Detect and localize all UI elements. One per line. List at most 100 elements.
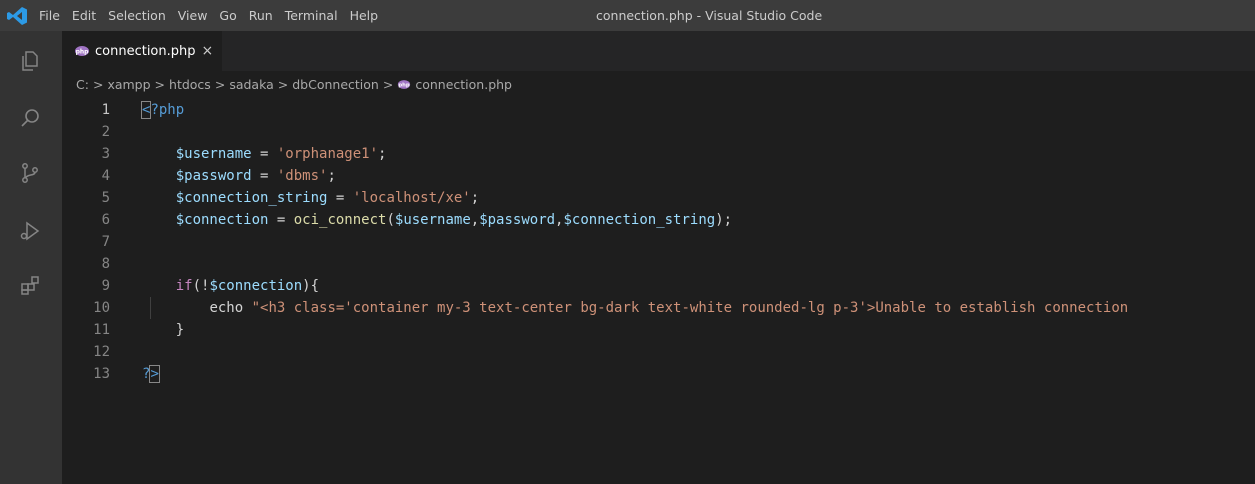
extensions-icon[interactable] (13, 269, 47, 303)
code-token: $connection_string (175, 190, 328, 206)
breadcrumb-drive[interactable]: C: (76, 77, 89, 92)
code-token: <?php (140, 101, 185, 119)
code-text: $password = 'dbms'; (142, 165, 336, 187)
code-token: ; (378, 146, 387, 162)
code-token: , (470, 212, 480, 228)
code-line[interactable]: 4 $password = 'dbms'; (62, 165, 1255, 187)
svg-text:php: php (399, 82, 410, 88)
line-number: 13 (93, 366, 110, 382)
code-token: $password (479, 212, 556, 228)
breadcrumb-sadaka[interactable]: sadaka (229, 77, 273, 92)
code-token: oci_connect (293, 212, 387, 228)
code-token: echo (209, 300, 252, 316)
line-number: 7 (101, 234, 110, 250)
menu-edit[interactable]: Edit (72, 8, 96, 23)
code-text: if(!$connection){ (142, 275, 319, 297)
line-number: 8 (101, 256, 110, 272)
explorer-icon[interactable] (13, 44, 47, 78)
line-number: 1 (101, 102, 110, 118)
menu-go[interactable]: Go (219, 8, 236, 23)
breadcrumb-htdocs[interactable]: htdocs (169, 77, 211, 92)
code-text: $connection_string = 'localhost/xe'; (142, 187, 479, 209)
code-token: } (175, 322, 185, 338)
source-control-icon[interactable] (13, 156, 47, 190)
breadcrumb-separator: > (214, 76, 226, 92)
line-number: 11 (93, 322, 110, 338)
vscode-logo-icon (7, 7, 27, 25)
code-line[interactable]: 3 $username = 'orphanage1'; (62, 143, 1255, 165)
search-icon[interactable] (13, 101, 47, 135)
menu-bar: File Edit Selection View Go Run Terminal… (39, 0, 390, 31)
menu-selection[interactable]: Selection (108, 8, 166, 23)
breadcrumb: C: > xampp > htdocs > sadaka > dbConnect… (62, 71, 1255, 97)
code-line[interactable]: 9 if(!$connection){ (62, 275, 1255, 297)
code-line[interactable]: 12 (62, 341, 1255, 363)
title-bar: File Edit Selection View Go Run Terminal… (0, 0, 1255, 31)
php-file-icon: php (74, 45, 90, 57)
code-line[interactable]: 7 (62, 231, 1255, 253)
code-token: ( (386, 212, 395, 228)
line-number: 12 (93, 344, 110, 360)
code-token: = (251, 168, 277, 184)
window-title: connection.php - Visual Studio Code (596, 8, 823, 23)
menu-view[interactable]: View (178, 8, 208, 23)
close-icon[interactable]: × (202, 43, 214, 59)
code-line[interactable]: 10 echo "<h3 class='container my-3 text-… (62, 297, 1255, 319)
code-token: ; (470, 190, 480, 206)
code-token: 'orphanage1' (276, 146, 379, 162)
menu-help[interactable]: Help (350, 8, 379, 23)
breadcrumb-separator: > (154, 76, 166, 92)
code-line[interactable]: 6 $connection = oci_connect($username,$p… (62, 209, 1255, 231)
code-line[interactable]: 5 $connection_string = 'localhost/xe'; (62, 187, 1255, 209)
breadcrumb-xampp[interactable]: xampp (107, 77, 150, 92)
breadcrumb-separator: > (382, 76, 394, 92)
code-token: $connection_string (563, 212, 716, 228)
code-text: } (142, 319, 184, 341)
breadcrumb-file[interactable]: connection.php (415, 77, 512, 92)
run-debug-icon[interactable] (13, 214, 47, 248)
code-line[interactable]: 8 (62, 253, 1255, 275)
line-number: 3 (101, 146, 110, 162)
line-number: 2 (101, 124, 110, 140)
code-token: $username (175, 146, 252, 162)
code-token: ); (715, 212, 733, 228)
code-text: $username = 'orphanage1'; (142, 143, 387, 165)
code-text: echo "<h3 class='container my-3 text-cen… (142, 297, 1128, 319)
code-token: $connection (175, 212, 269, 228)
code-token: "<h3 class='container my-3 text-center b… (251, 300, 1129, 316)
tab-connection-php[interactable]: php connection.php × (62, 31, 222, 71)
code-line[interactable]: 1 <?php (62, 99, 1255, 121)
breadcrumb-dbconnection[interactable]: dbConnection (292, 77, 379, 92)
code-line[interactable]: 13 ?> (62, 363, 1255, 385)
menu-terminal[interactable]: Terminal (285, 8, 338, 23)
code-text: ?> (142, 363, 160, 385)
php-file-icon: php (397, 79, 411, 90)
line-number: 5 (101, 190, 110, 206)
code-line[interactable]: 2 (62, 121, 1255, 143)
menu-file[interactable]: File (39, 8, 60, 23)
code-token: $connection (209, 278, 303, 294)
line-number: 6 (101, 212, 110, 228)
line-number: 4 (101, 168, 110, 184)
code-token: = (268, 212, 294, 228)
code-text: <?php (140, 99, 185, 121)
breadcrumb-separator: > (92, 76, 104, 92)
svg-text:php: php (76, 49, 90, 56)
code-token: (! (192, 278, 210, 294)
line-number: 9 (101, 278, 110, 294)
code-token: ?> (142, 365, 160, 383)
code-line[interactable]: 11 } (62, 319, 1255, 341)
activity-bar (0, 31, 62, 484)
code-token: 'localhost/xe' (352, 190, 471, 206)
code-text: $connection = oci_connect($username,$pas… (142, 209, 732, 231)
menu-run[interactable]: Run (249, 8, 273, 23)
code-token: = (327, 190, 353, 206)
code-token: $username (394, 212, 471, 228)
code-editor[interactable]: 1 <?php 2 3 $username = 'orphanage1'; 4 $pas… (62, 97, 1255, 484)
